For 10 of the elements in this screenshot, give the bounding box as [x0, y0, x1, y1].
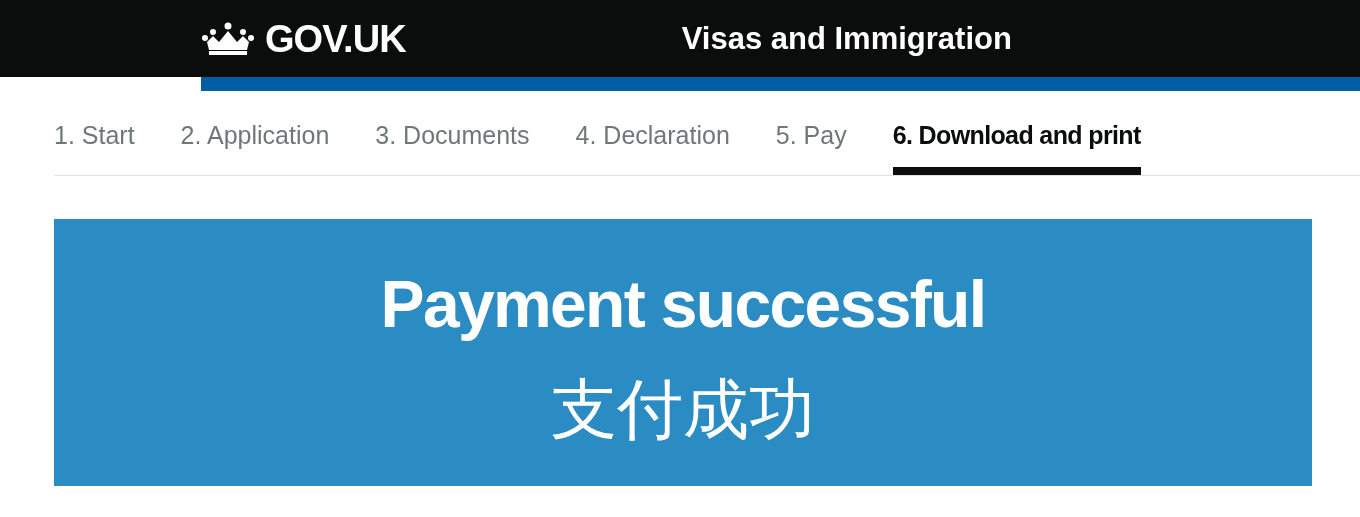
- crown-icon: [201, 21, 255, 56]
- govuk-logo-link[interactable]: GOV.UK: [265, 19, 406, 58]
- step-tab[interactable]: 1. Start: [54, 114, 135, 175]
- step-tab[interactable]: 4. Declaration: [575, 114, 730, 175]
- step-tab[interactable]: 3. Documents: [375, 114, 530, 175]
- step-tab[interactable]: 6. Download and print: [892, 114, 1141, 175]
- service-name: Visas and Immigration: [681, 23, 1012, 54]
- step-tab[interactable]: 5. Pay: [775, 114, 847, 175]
- step-tab[interactable]: 2. Application: [180, 114, 330, 175]
- panel-subtitle: 支付成功: [551, 377, 815, 443]
